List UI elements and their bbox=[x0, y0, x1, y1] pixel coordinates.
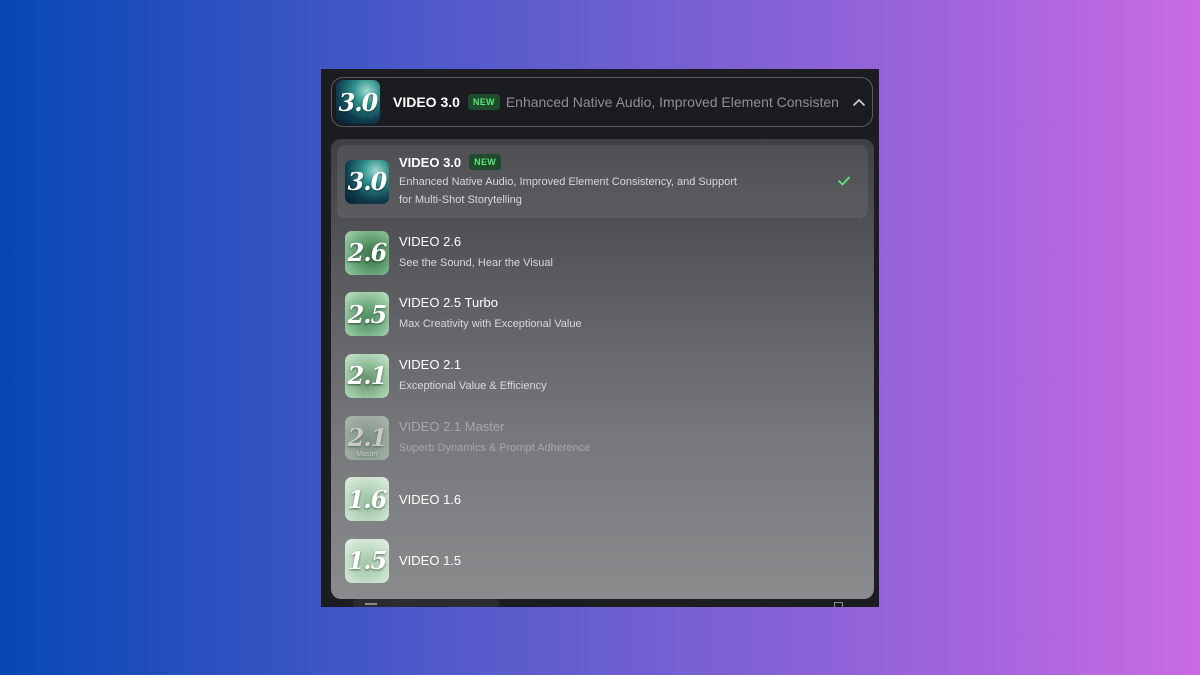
thumbnail-label: 3.0 bbox=[338, 87, 379, 117]
model-thumbnail: 3.0 bbox=[345, 159, 389, 204]
selected-model-title: VIDEO 3.0 bbox=[393, 94, 460, 110]
model-thumbnail: 1.6 bbox=[345, 477, 389, 522]
model-title: VIDEO 2.5 Turbo bbox=[399, 295, 498, 311]
thumbnail-label: 2.6 bbox=[347, 238, 388, 268]
model-title: VIDEO 1.6 bbox=[399, 491, 462, 507]
menu-icon bbox=[365, 603, 377, 605]
model-option-video-2-1-master: 2.1 Master VIDEO 2.1 Master Superb Dynam… bbox=[337, 407, 868, 469]
trash-icon bbox=[834, 602, 843, 607]
model-option-video-2-6[interactable]: 2.6 VIDEO 2.6 See the Sound, Hear the Vi… bbox=[337, 222, 868, 284]
model-description: See the Sound, Hear the Visual bbox=[399, 256, 553, 269]
model-option-video-3-0[interactable]: 3.0 VIDEO 3.0 NEW Enhanced Native Audio,… bbox=[337, 145, 868, 218]
model-title: VIDEO 2.1 Master bbox=[399, 418, 505, 434]
model-thumbnail: 2.1 Master bbox=[345, 415, 389, 460]
description-line: for Multi-Shot Storytelling bbox=[399, 194, 522, 206]
thumbnail-label: 3.0 bbox=[347, 167, 388, 196]
model-option-video-1-6[interactable]: 1.6 VIDEO 1.6 bbox=[337, 468, 868, 530]
model-description: Enhanced Native Audio, Improved Element … bbox=[399, 173, 749, 209]
model-description: Max Creativity with Exceptional Value bbox=[399, 318, 582, 331]
model-dropdown-list: 3.0 VIDEO 3.0 NEW Enhanced Native Audio,… bbox=[331, 139, 874, 599]
model-title: VIDEO 2.6 bbox=[399, 233, 462, 249]
model-option-video-1-5[interactable]: 1.5 VIDEO 1.5 bbox=[337, 530, 868, 592]
new-badge: NEW bbox=[467, 94, 500, 110]
model-option-video-2-5-turbo[interactable]: 2.5 VIDEO 2.5 Turbo Max Creativity with … bbox=[337, 284, 868, 346]
model-title: VIDEO 1.5 bbox=[399, 553, 462, 569]
model-thumbnail: 2.1 bbox=[345, 353, 389, 398]
model-thumbnail: 3.0 bbox=[336, 80, 380, 124]
check-icon bbox=[838, 173, 850, 191]
model-selector[interactable]: 3.0 VIDEO 3.0 NEW Enhanced Native Audio,… bbox=[331, 77, 873, 127]
model-title: VIDEO 3.0 bbox=[399, 154, 462, 170]
model-option-video-2-1[interactable]: 2.1 VIDEO 2.1 Exceptional Value & Effici… bbox=[337, 345, 868, 407]
model-thumbnail: 2.5 bbox=[345, 292, 389, 337]
model-title: VIDEO 2.1 bbox=[399, 356, 462, 372]
model-description: Superb Dynamics & Prompt Adherence bbox=[399, 441, 591, 454]
selected-model-description: Enhanced Native Audio, Improved Element … bbox=[505, 94, 839, 110]
new-badge: NEW bbox=[469, 154, 502, 170]
model-selector-panel: 3.0 VIDEO 3.0 NEW Enhanced Native Audio,… bbox=[321, 69, 879, 607]
thumbnail-label: 1.5 bbox=[347, 546, 388, 576]
thumbnail-label: 2.5 bbox=[347, 299, 388, 329]
chevron-up-icon[interactable] bbox=[851, 94, 867, 110]
thumbnail-label: 2.1 bbox=[347, 361, 388, 391]
thumbnail-label: 2.1 bbox=[347, 423, 388, 453]
model-thumbnail: 1.5 bbox=[345, 538, 389, 583]
model-thumbnail: 2.6 bbox=[345, 230, 389, 275]
thumbnail-sublabel: Master bbox=[356, 450, 378, 458]
thumbnail-label: 1.6 bbox=[347, 484, 388, 514]
model-description: Exceptional Value & Efficiency bbox=[399, 379, 547, 392]
description-line: Enhanced Native Audio, Improved Element … bbox=[399, 176, 737, 188]
